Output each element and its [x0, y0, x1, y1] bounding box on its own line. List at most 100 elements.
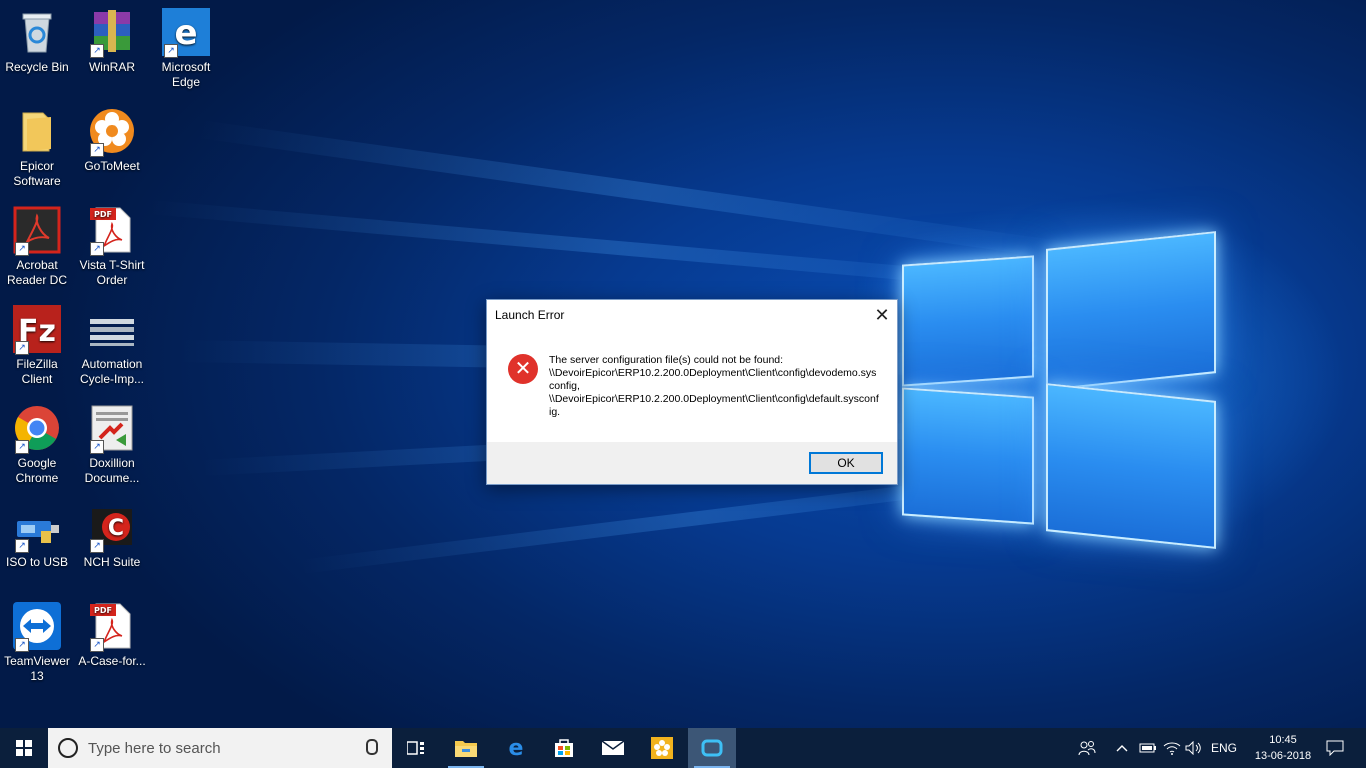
gotomeeting-icon	[651, 737, 673, 759]
shortcut-arrow-icon: ↗	[90, 143, 104, 157]
message-line: The server configuration file(s) could n…	[549, 354, 784, 366]
microphone-icon[interactable]	[366, 739, 378, 755]
desktop-icon-winrar[interactable]: ↗ WinRAR	[75, 8, 149, 75]
desktop-icon-iso-to-usb[interactable]: ↗ ISO to USB	[0, 503, 74, 570]
pdf-icon: PDF ↗	[88, 206, 136, 256]
clock-time: 10:45	[1269, 734, 1297, 746]
desktop-icon-doxillion[interactable]: ↗ Doxillion Docume...	[75, 404, 149, 486]
shortcut-arrow-icon: ↗	[15, 341, 29, 355]
desktop-icon-google-chrome[interactable]: ↗ Google Chrome	[0, 404, 74, 486]
windows-logo	[900, 230, 1220, 550]
shortcut-arrow-icon: ↗	[90, 539, 104, 553]
taskbar-app-file-explorer[interactable]	[442, 728, 490, 768]
shortcut-arrow-icon: ↗	[15, 638, 29, 652]
svg-text:C: C	[108, 516, 124, 541]
doxillion-icon: ↗	[88, 404, 136, 454]
language-indicator[interactable]: ENG	[1206, 728, 1242, 768]
clock[interactable]: 10:45 13-06-2018	[1252, 732, 1314, 764]
desktop-icon-vista-tshirt-order[interactable]: PDF ↗ Vista T-Shirt Order	[75, 206, 149, 288]
acrobat-icon: ↗	[13, 206, 61, 256]
icon-label: TeamViewer 13	[4, 654, 70, 683]
folder-icon	[13, 107, 61, 155]
shortcut-arrow-icon: ↗	[90, 44, 104, 58]
dialog-title: Launch Error	[495, 308, 565, 322]
pdf-icon: PDF ↗	[88, 602, 136, 652]
shortcut-arrow-icon: ↗	[15, 539, 29, 553]
nch-suite-icon: C ↗	[88, 503, 136, 553]
icon-label: Doxillion Docume...	[84, 456, 140, 485]
battery-icon[interactable]	[1136, 728, 1160, 768]
message-path: \\DevoirEpicor\ERP10.2.200.0Deployment\C…	[549, 393, 879, 418]
icon-label: FileZilla Client	[16, 357, 58, 386]
notifications-icon[interactable]	[1318, 728, 1352, 768]
epicor-app-icon	[701, 739, 723, 757]
windows-start-icon	[16, 740, 32, 756]
filezilla-icon: Fz ↗	[13, 305, 61, 355]
mail-icon	[601, 740, 625, 755]
iso-to-usb-icon: ↗	[13, 503, 61, 553]
message-path: \\DevoirEpicor\ERP10.2.200.0Deployment\C…	[549, 367, 877, 392]
desktop-icon-nch-suite[interactable]: C ↗ NCH Suite	[75, 503, 149, 570]
volume-icon[interactable]	[1182, 728, 1206, 768]
error-icon: ✕	[508, 354, 538, 384]
gotomeeting-icon: ↗	[88, 107, 136, 157]
icon-label: WinRAR	[88, 60, 135, 74]
search-box[interactable]: Type here to search	[48, 728, 392, 768]
taskbar-app-store[interactable]	[540, 728, 588, 768]
edge-icon: e ↗	[162, 8, 210, 58]
desktop-icon-gotomeet[interactable]: ↗ GoToMeet	[75, 107, 149, 174]
icon-label: Vista T-Shirt Order	[79, 258, 145, 287]
desktop-icon-filezilla[interactable]: Fz ↗ FileZilla Client	[0, 305, 74, 387]
chrome-icon: ↗	[13, 404, 61, 454]
document-icon	[88, 305, 136, 353]
shortcut-arrow-icon: ↗	[15, 242, 29, 256]
desktop-icon-teamviewer[interactable]: ↗ TeamViewer 13	[0, 602, 74, 684]
desktop-icon-recycle-bin[interactable]: Recycle Bin	[0, 8, 74, 75]
desktop: Recycle Bin ↗ WinRAR e ↗ Microsoft Edge	[0, 0, 1366, 728]
icon-label: Recycle Bin	[5, 60, 69, 74]
clock-date: 13-06-2018	[1254, 750, 1312, 762]
taskbar-app-mail[interactable]	[589, 728, 637, 768]
wifi-icon[interactable]	[1160, 728, 1184, 768]
taskbar-app-edge[interactable]: e	[492, 728, 540, 768]
search-placeholder: Type here to search	[88, 739, 221, 757]
shortcut-arrow-icon: ↗	[15, 440, 29, 454]
desktop-icon-a-case-for[interactable]: PDF ↗ A-Case-for...	[75, 602, 149, 669]
winrar-icon: ↗	[88, 8, 136, 58]
people-icon[interactable]	[1072, 728, 1102, 768]
icon-label: Epicor Software	[13, 159, 61, 188]
svg-text:PDF: PDF	[94, 606, 112, 615]
taskbar-app-gotomeeting[interactable]	[638, 728, 686, 768]
taskbar-app-epicor-active[interactable]	[688, 728, 736, 768]
teamviewer-icon: ↗	[13, 602, 61, 652]
desktop-icon-edge[interactable]: e ↗ Microsoft Edge	[149, 8, 223, 90]
dialog-message: The server configuration file(s) could n…	[549, 354, 879, 419]
shortcut-arrow-icon: ↗	[90, 638, 104, 652]
icon-label: GoToMeet	[84, 159, 140, 173]
store-icon	[555, 739, 573, 757]
chevron-up-icon[interactable]	[1110, 728, 1134, 768]
dialog-footer: OK	[487, 442, 897, 484]
icon-label: Google Chrome	[15, 456, 59, 485]
desktop-icon-automation-cycle[interactable]: Automation Cycle-Imp...	[75, 305, 149, 387]
desktop-icon-epicor-software[interactable]: Epicor Software	[0, 107, 74, 189]
ok-button[interactable]: OK	[809, 452, 883, 474]
icon-label: Acrobat Reader DC	[6, 258, 68, 287]
launch-error-dialog: Launch Error ✕ ✕ The server configuratio…	[486, 299, 898, 485]
close-icon[interactable]: ✕	[867, 300, 897, 330]
task-view-button[interactable]	[392, 728, 440, 768]
folder-icon	[455, 741, 477, 757]
dialog-titlebar[interactable]: Launch Error ✕	[487, 300, 897, 330]
shortcut-arrow-icon: ↗	[164, 44, 178, 58]
icon-label: Automation Cycle-Imp...	[79, 357, 144, 386]
icon-label: ISO to USB	[5, 555, 69, 569]
icon-label: NCH Suite	[83, 555, 141, 569]
shortcut-arrow-icon: ↗	[90, 242, 104, 256]
search-icon	[58, 738, 78, 758]
edge-icon: e	[509, 737, 524, 759]
svg-text:e: e	[509, 737, 524, 759]
icon-label: Microsoft Edge	[161, 60, 211, 89]
start-button[interactable]	[0, 728, 48, 768]
taskbar: Type here to search e ENG 10:45 13-06-20…	[0, 728, 1366, 768]
desktop-icon-acrobat-reader[interactable]: ↗ Acrobat Reader DC	[0, 206, 74, 288]
